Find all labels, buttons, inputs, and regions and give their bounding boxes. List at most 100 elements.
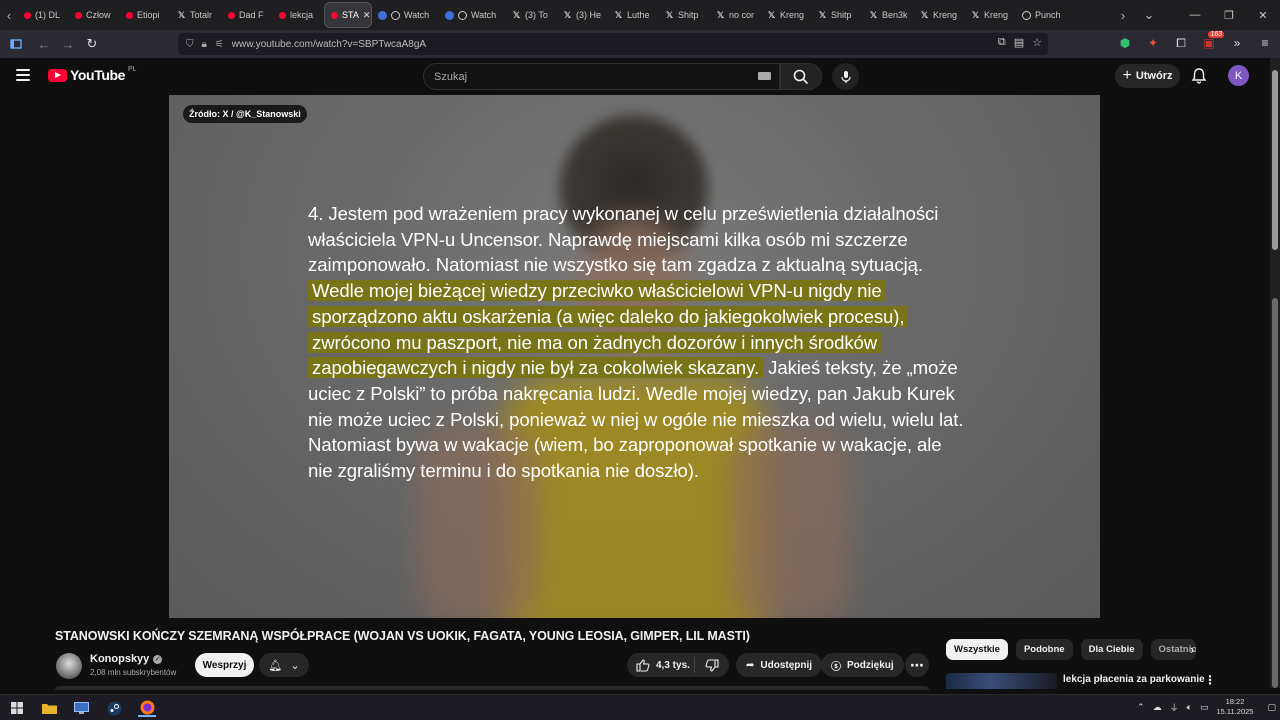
fox-extension-icon[interactable]: ✦ [1144, 32, 1162, 54]
browser-tab[interactable]: Człow [69, 2, 120, 28]
chevron-down-icon: ⌄ [290, 659, 300, 672]
browser-tab[interactable]: 𝕏 Totalr [171, 2, 222, 28]
address-bar[interactable]: ⛉ 🔒︎ ⚟ www.youtube.com/watch?v=SBPTwcaA8… [178, 33, 1048, 55]
network-icon[interactable]: ▭ [1200, 702, 1209, 713]
browser-tab[interactable]: 𝕏 (3) He [557, 2, 608, 28]
steam-icon[interactable] [105, 699, 123, 717]
browser-tab[interactable]: lekcja [273, 2, 324, 28]
browser-tab[interactable]: Punch [1016, 2, 1067, 28]
channel-name[interactable]: Konopskyy ✓ [90, 653, 163, 665]
browser-tab[interactable]: 𝕏 Shitp [812, 2, 863, 28]
notifications-bell-icon[interactable] [1190, 67, 1208, 85]
tab-label: Ben3k [882, 10, 908, 20]
notification-settings-button[interactable]: 🔔︎ ⌄ [259, 653, 309, 677]
browser-tab[interactable]: Dad F [222, 2, 273, 28]
browser-tab[interactable]: 𝕏 Kreng [965, 2, 1016, 28]
keyboard-icon[interactable] [758, 72, 771, 80]
watch-icon [378, 10, 387, 20]
tab-close-icon[interactable]: ✕ [363, 10, 371, 21]
support-button[interactable]: Wesprzyj [195, 653, 254, 677]
create-button[interactable]: + Utwórz [1115, 64, 1180, 88]
chip-related[interactable]: Podobne [1015, 639, 1073, 660]
onedrive-icon[interactable]: ☁ [1153, 702, 1162, 713]
chip-for-you[interactable]: Dla Ciebie [1080, 639, 1143, 660]
restore-icon[interactable]: ❐ [1212, 0, 1246, 30]
bookmark-star-icon[interactable]: ☆ [1032, 36, 1042, 49]
back-icon[interactable]: ← [32, 32, 56, 56]
voice-search-button[interactable] [832, 63, 859, 90]
browser-tab[interactable]: Watch [439, 2, 506, 28]
x-icon: 𝕏 [665, 9, 674, 20]
scrollbar-thumb[interactable] [1272, 70, 1278, 250]
browser-tab[interactable]: Watch [372, 2, 439, 28]
tab-label: Człow [86, 10, 111, 20]
description-box[interactable] [55, 686, 929, 690]
notification-center-icon[interactable]: ▢ [1267, 702, 1276, 713]
clock-time: 18:22 [1225, 697, 1245, 706]
browser-tab[interactable]: 𝕏 Kreng [761, 2, 812, 28]
chip-recent[interactable]: Ostatnio [1150, 639, 1196, 660]
tabs-scroll-left-icon[interactable]: ‹ [0, 0, 18, 30]
volume-icon[interactable]: 🔈︎ [1187, 702, 1192, 713]
browser-tab[interactable]: 𝕏 Ben3k [863, 2, 914, 28]
system-clock[interactable]: 18:22 15.11.2025 [1217, 697, 1254, 717]
x-icon: 𝕏 [512, 9, 521, 20]
lock-icon[interactable]: 🔒︎ [202, 39, 207, 50]
permissions-icon[interactable]: ⚟ [215, 39, 224, 50]
tabs-scroll-right-icon[interactable]: › [1114, 0, 1132, 30]
recommendation-title[interactable]: lekcja płacenia za parkowanie [1063, 674, 1205, 685]
plus-icon: + [1122, 67, 1132, 84]
picture-in-picture-icon[interactable]: ⧉ [998, 36, 1006, 49]
video-player[interactable]: Źródło: X / @K_Stanowski 4. Jestem pod w… [169, 95, 1100, 618]
search-button[interactable] [780, 63, 822, 90]
thanks-button[interactable]: ⓢ Podziękuj [821, 653, 904, 677]
windows-start-icon[interactable] [8, 699, 26, 717]
monitor-app-icon[interactable] [72, 699, 90, 717]
file-explorer-icon[interactable] [40, 699, 58, 717]
country-code: PL [128, 65, 137, 73]
browser-tab[interactable]: 𝕏 Kreng [914, 2, 965, 28]
browser-tab[interactable]: 𝕏no cor [710, 2, 761, 28]
browser-toolbar: ← → ↻ ⛉ 🔒︎ ⚟ www.youtube.com/watch?v=SBP… [0, 30, 1280, 58]
usb-icon[interactable]: ⏚ [1170, 701, 1179, 714]
browser-tab[interactable]: 𝕏 Luthe [608, 2, 659, 28]
extensions-icon[interactable]: ⧠ [1172, 32, 1190, 54]
browser-tab[interactable]: (1) DL [18, 2, 69, 28]
chips-next-icon[interactable]: › [1190, 642, 1194, 657]
chip-all[interactable]: Wszystkie [946, 639, 1008, 660]
search-input[interactable]: Szukaj [423, 63, 780, 90]
dislike-button[interactable] [695, 658, 729, 672]
overflow-chevron-icon[interactable]: » [1228, 32, 1246, 54]
sidebar-toggle-icon[interactable] [4, 32, 28, 56]
reload-icon[interactable]: ↻ [80, 32, 104, 56]
channel-avatar[interactable] [56, 653, 82, 679]
more-actions-icon[interactable]: ⋯ [905, 653, 929, 677]
ublock-icon[interactable]: ▣ 163 [1200, 31, 1224, 54]
forward-icon[interactable]: → [56, 32, 80, 56]
browser-tab[interactable]: 𝕏 (3) To [506, 2, 557, 28]
thumbs-up-icon [636, 658, 650, 672]
toolbar-extensions: ⬢ ✦ ⧠ ▣ 163 » ≡ [1116, 31, 1274, 54]
vpn-extension-icon[interactable]: ⬢ [1116, 32, 1134, 54]
recommendation-more-icon[interactable]: ⋮ [1204, 673, 1216, 687]
like-button[interactable]: 4,3 tys. [627, 657, 695, 673]
browser-tab[interactable]: Etiopi [120, 2, 171, 28]
menu-icon[interactable]: ≡ [1256, 32, 1274, 54]
reader-view-icon[interactable]: ▤ [1014, 36, 1024, 49]
thanks-label: Podziękuj [847, 659, 894, 671]
tab-list-dropdown-icon[interactable]: ⌄ [1140, 0, 1158, 30]
page-scrollbar[interactable] [1270, 58, 1280, 688]
youtube-logo[interactable]: YouTube PL [48, 65, 137, 83]
recommendation-thumbnail[interactable] [946, 673, 1057, 689]
browser-tab[interactable]: STA ✕ [324, 2, 372, 28]
close-window-icon[interactable]: ✕ [1246, 0, 1280, 30]
shield-icon[interactable]: ⛉ [186, 39, 194, 50]
tray-chevron-up-icon[interactable]: ⌃ [1137, 702, 1145, 713]
firefox-icon[interactable] [138, 699, 156, 717]
minimize-icon[interactable]: — [1178, 0, 1212, 30]
share-button[interactable]: ➦ Udostępnij [736, 653, 823, 677]
account-avatar[interactable]: K [1228, 65, 1249, 86]
tab-label: Kreng [984, 10, 1009, 20]
guide-menu-icon[interactable] [16, 69, 30, 81]
browser-tab[interactable]: 𝕏 Shitp [659, 2, 710, 28]
